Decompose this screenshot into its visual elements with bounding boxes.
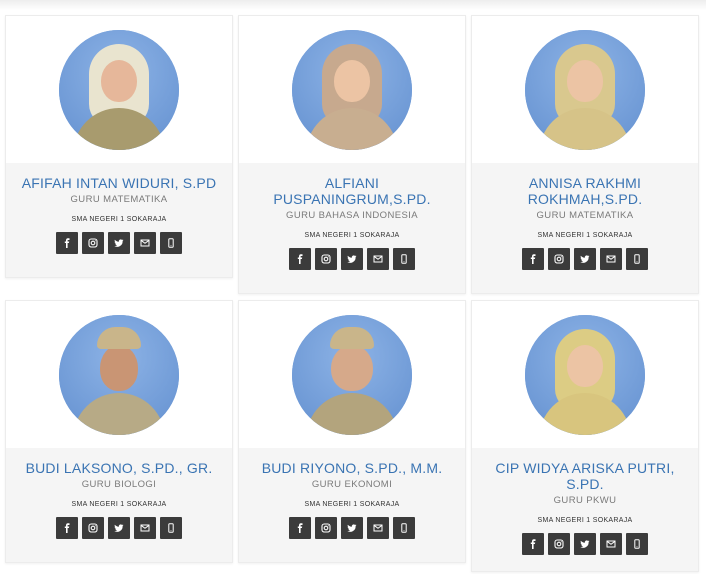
instagram-icon[interactable] [315, 248, 337, 270]
teacher-name[interactable]: ALFIANI PUSPANINGRUM,S.PD. [247, 175, 457, 207]
teacher-card: ALFIANI PUSPANINGRUM,S.PD. GURU BAHASA I… [238, 15, 466, 294]
teacher-photo [525, 29, 645, 150]
teacher-photo [59, 29, 179, 150]
social-links [480, 248, 690, 270]
instagram-icon[interactable] [82, 517, 104, 539]
teacher-school: SMA NEGERI 1 SOKARAJA [71, 501, 167, 508]
teacher-subject: GURU EKONOMI [311, 479, 393, 490]
facebook-icon[interactable] [56, 232, 78, 254]
facebook-icon[interactable] [289, 517, 311, 539]
twitter-icon[interactable] [108, 232, 130, 254]
teacher-card: BUDI RIYONO, S.PD., M.M. GURU EKONOMI SM… [238, 300, 466, 563]
teacher-name[interactable]: BUDI LAKSONO, S.PD., GR. [14, 460, 224, 476]
facebook-icon[interactable] [522, 533, 544, 555]
social-links [247, 517, 457, 539]
email-icon[interactable] [134, 232, 156, 254]
photo-area [239, 301, 465, 448]
facebook-icon[interactable] [289, 248, 311, 270]
teacher-name[interactable]: AFIFAH INTAN WIDURI, S.PD [14, 175, 224, 191]
twitter-icon[interactable] [341, 517, 363, 539]
photo-area [472, 16, 698, 163]
teacher-name[interactable]: CIP WIDYA ARISKA PUTRI, S.PD. [480, 460, 690, 492]
instagram-icon[interactable] [82, 232, 104, 254]
email-icon[interactable] [367, 517, 389, 539]
teacher-photo [292, 314, 412, 435]
teacher-subject: GURU MATEMATIKA [536, 210, 634, 221]
teacher-subject: GURU BIOLOGI [81, 479, 157, 490]
facebook-icon[interactable] [56, 517, 78, 539]
twitter-icon[interactable] [341, 248, 363, 270]
teacher-card: ANNISA RAKHMI ROKHMAH,S.PD. GURU MATEMAT… [471, 15, 699, 294]
teacher-card: CIP WIDYA ARISKA PUTRI, S.PD. GURU PKWU … [471, 300, 699, 572]
phone-icon[interactable] [160, 517, 182, 539]
social-links [480, 533, 690, 555]
phone-icon[interactable] [393, 517, 415, 539]
phone-icon[interactable] [626, 248, 648, 270]
email-icon[interactable] [600, 248, 622, 270]
teacher-school: SMA NEGERI 1 SOKARAJA [304, 501, 400, 508]
phone-icon[interactable] [626, 533, 648, 555]
photo-area [6, 16, 232, 163]
email-icon[interactable] [367, 248, 389, 270]
teacher-subject: GURU PKWU [553, 495, 617, 506]
teacher-photo [525, 314, 645, 435]
social-links [247, 248, 457, 270]
phone-icon[interactable] [393, 248, 415, 270]
email-icon[interactable] [134, 517, 156, 539]
teacher-name[interactable]: ANNISA RAKHMI ROKHMAH,S.PD. [480, 175, 690, 207]
teacher-card: BUDI LAKSONO, S.PD., GR. GURU BIOLOGI SM… [5, 300, 233, 563]
teacher-school: SMA NEGERI 1 SOKARAJA [71, 216, 167, 223]
instagram-icon[interactable] [548, 533, 570, 555]
photo-area [6, 301, 232, 448]
teacher-name[interactable]: BUDI RIYONO, S.PD., M.M. [247, 460, 457, 476]
social-links [14, 232, 224, 254]
facebook-icon[interactable] [522, 248, 544, 270]
photo-area [472, 301, 698, 448]
email-icon[interactable] [600, 533, 622, 555]
top-shadow-bar [0, 0, 706, 10]
instagram-icon[interactable] [315, 517, 337, 539]
twitter-icon[interactable] [108, 517, 130, 539]
phone-icon[interactable] [160, 232, 182, 254]
social-links [14, 517, 224, 539]
teacher-school: SMA NEGERI 1 SOKARAJA [304, 232, 400, 239]
teacher-subject: GURU MATEMATIKA [70, 194, 168, 205]
instagram-icon[interactable] [548, 248, 570, 270]
teacher-photo [292, 29, 412, 150]
teacher-school: SMA NEGERI 1 SOKARAJA [537, 232, 633, 239]
twitter-icon[interactable] [574, 248, 596, 270]
teacher-card: AFIFAH INTAN WIDURI, S.PD GURU MATEMATIK… [5, 15, 233, 278]
teacher-school: SMA NEGERI 1 SOKARAJA [537, 517, 633, 524]
twitter-icon[interactable] [574, 533, 596, 555]
teacher-subject: GURU BAHASA INDONESIA [286, 210, 418, 221]
photo-area [239, 16, 465, 163]
teacher-photo [59, 314, 179, 435]
